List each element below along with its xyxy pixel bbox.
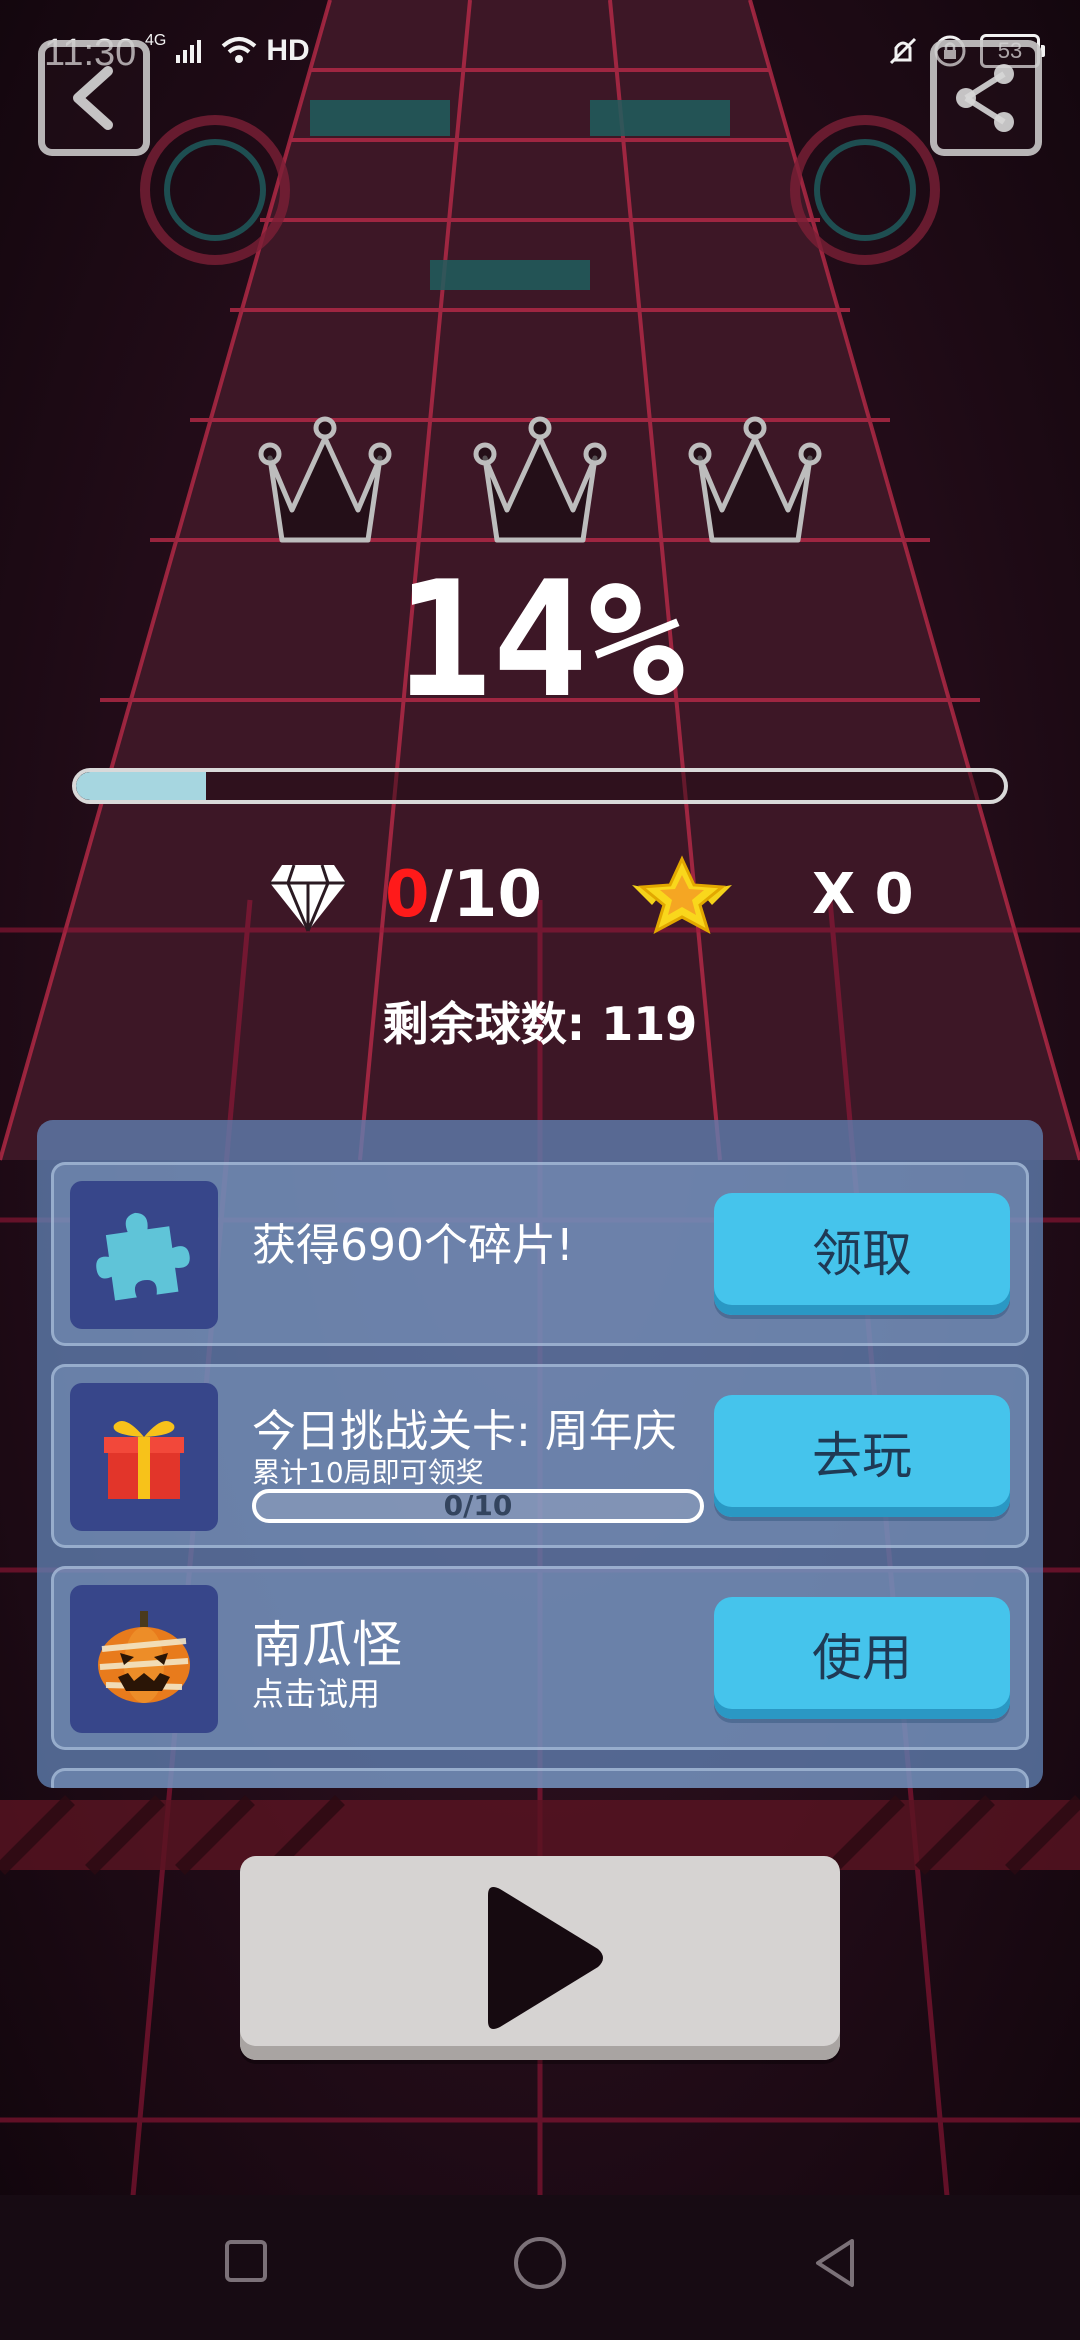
crown-icon (473, 416, 607, 543)
use-button[interactable]: 使用 (714, 1597, 1010, 1719)
level-progress-bar (72, 768, 1008, 804)
vibrate-icon (889, 37, 917, 65)
share-icon (956, 64, 1014, 132)
claim-button[interactable]: 领取 (714, 1193, 1010, 1315)
task-title: 南瓜怪 (252, 1616, 402, 1674)
task-icon-box (70, 1181, 218, 1329)
task-item-fragments: 获得690个碎片! 领取 (51, 1162, 1029, 1346)
task-item-daily-challenge: 今日挑战关卡: 周年庆 累计10局即可领奖 0/10 去玩 (51, 1364, 1029, 1548)
stats-row: 0/10 X 0 (0, 855, 1080, 935)
gems-total: /10 (429, 858, 542, 932)
pumpkin-monster-icon (98, 1611, 190, 1703)
balls-remaining: 剩余球数: 119 (0, 988, 1080, 1054)
task-icon-box (70, 1585, 218, 1733)
star-counter: X 0 (812, 862, 914, 927)
system-nav-bar (0, 2195, 1080, 2340)
crown-icon (688, 416, 822, 543)
status-network-icons: 4G HD (145, 32, 310, 68)
diamond-icon (270, 864, 346, 932)
share-button[interactable] (930, 40, 1042, 156)
balls-remaining-value: 119 (601, 997, 698, 1051)
crown-rating (250, 410, 830, 550)
signal-icon (176, 40, 202, 63)
play-icon (488, 1887, 603, 2029)
back-button[interactable] (38, 40, 150, 156)
gem-counter: 0/10 (385, 855, 542, 935)
task-title: 获得690个碎片! (252, 1220, 574, 1271)
hd-label: HD (266, 34, 310, 67)
task-subtitle: 点击试用 (252, 1675, 381, 1713)
puzzle-piece-icon (96, 1212, 190, 1301)
wifi-icon (222, 37, 257, 63)
task-item-partial (51, 1768, 1029, 1788)
back-nav-icon[interactable] (810, 2235, 858, 2291)
crown-icon (258, 416, 392, 543)
winged-star-icon (632, 855, 732, 935)
recent-apps-icon[interactable] (222, 2237, 270, 2285)
task-subtitle: 累计10局即可领奖 (252, 1456, 484, 1489)
home-icon[interactable] (512, 2235, 568, 2291)
play-button[interactable] (240, 1856, 840, 2060)
go-play-button[interactable]: 去玩 (714, 1395, 1010, 1517)
level-progress-percent: 14% (395, 546, 685, 733)
task-icon-box (70, 1383, 218, 1531)
task-panel: 获得690个碎片! 领取 今日挑战关卡: 周年庆 累计10局即可领奖 0/10 … (37, 1120, 1043, 1788)
chevron-left-icon (73, 66, 113, 130)
balls-remaining-label: 剩余球数: (382, 997, 586, 1051)
task-title: 今日挑战关卡: 周年庆 (252, 1406, 677, 1457)
status-bar: 11:30 4G HD 53 (0, 0, 1080, 110)
level-progress-fill (76, 772, 206, 800)
task-progress-bar: 0/10 (252, 1489, 704, 1523)
gift-box-icon (104, 1421, 184, 1499)
gems-collected: 0 (385, 858, 430, 932)
task-item-pumpkin-skin: 南瓜怪 点击试用 使用 (51, 1566, 1029, 1750)
